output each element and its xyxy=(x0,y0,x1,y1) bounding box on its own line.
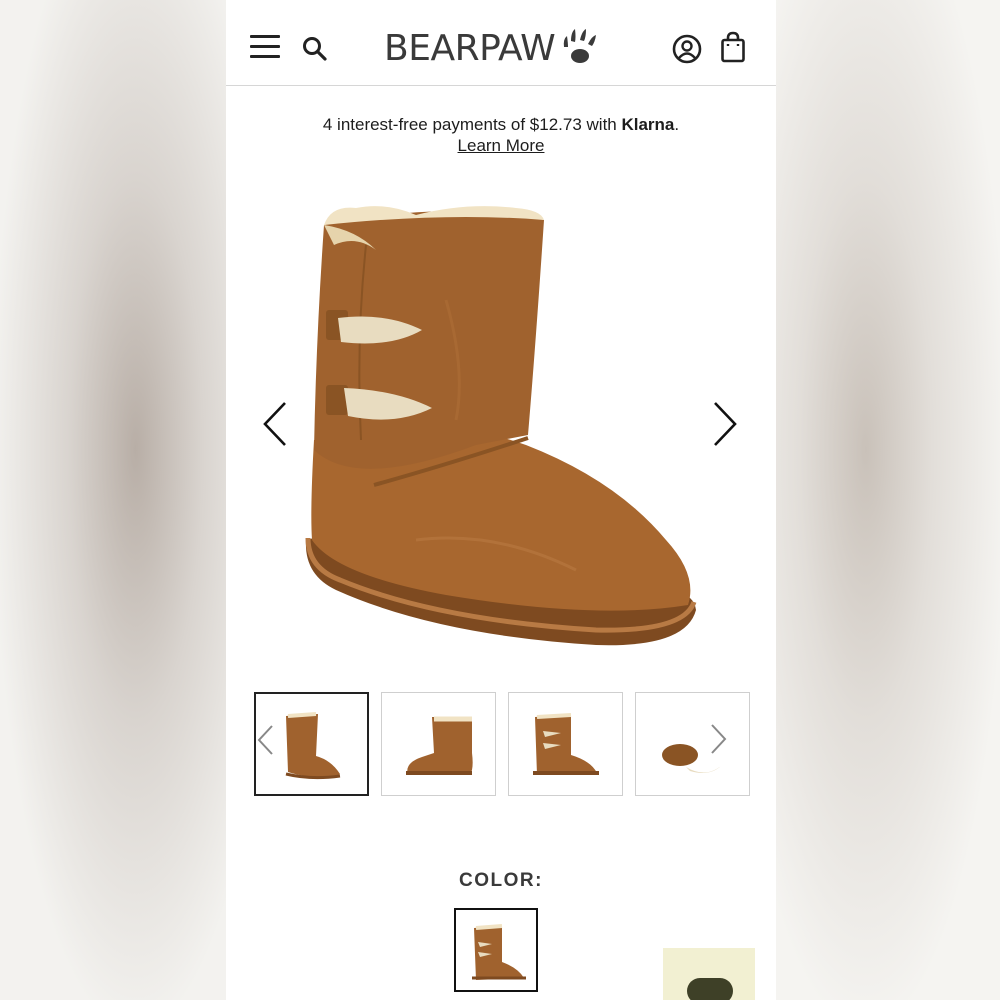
color-swatch-selected[interactable] xyxy=(454,908,538,992)
thumbnail-strip xyxy=(254,692,754,798)
klarna-suffix: . xyxy=(674,115,680,134)
search-icon[interactable] xyxy=(302,36,328,62)
phone-screen: BEARPAW 4 interest-free payments of $12.… xyxy=(226,0,776,1000)
chat-button[interactable] xyxy=(687,978,733,1000)
color-label: COLOR: xyxy=(459,870,543,891)
hamburger-menu-icon[interactable] xyxy=(250,35,280,59)
logo-text: BEARPAW xyxy=(384,27,556,69)
learn-more-row: Learn More xyxy=(226,136,776,156)
klarna-brand: Klarna xyxy=(621,115,675,134)
background-left xyxy=(0,0,226,1000)
background-right xyxy=(776,0,1000,1000)
thumbnail-toggle-view[interactable] xyxy=(508,692,623,796)
klarna-prefix: 4 interest-free payments of $12.73 with xyxy=(322,115,622,134)
chat-widget[interactable] xyxy=(663,948,755,1000)
thumbnail-prev-icon[interactable] xyxy=(256,724,286,768)
shopping-bag-icon[interactable] xyxy=(720,31,746,63)
main-product-image[interactable] xyxy=(296,190,706,670)
thumbnail-next-icon[interactable] xyxy=(708,723,738,767)
thumbnail-side-view[interactable] xyxy=(254,692,369,796)
bearpaw-logo[interactable]: BEARPAW xyxy=(384,26,601,70)
chevron-right-icon[interactable] xyxy=(710,400,740,448)
thumbnail-sole-view[interactable] xyxy=(635,692,750,796)
learn-more-link[interactable]: Learn More xyxy=(458,136,545,155)
account-icon[interactable] xyxy=(672,34,702,64)
chevron-left-icon[interactable] xyxy=(260,400,290,448)
thumbnail-front-view[interactable] xyxy=(381,692,496,796)
klarna-message: 4 interest-free payments of $12.73 with … xyxy=(226,114,776,136)
paw-icon xyxy=(564,29,597,63)
site-header: BEARPAW xyxy=(226,0,776,86)
